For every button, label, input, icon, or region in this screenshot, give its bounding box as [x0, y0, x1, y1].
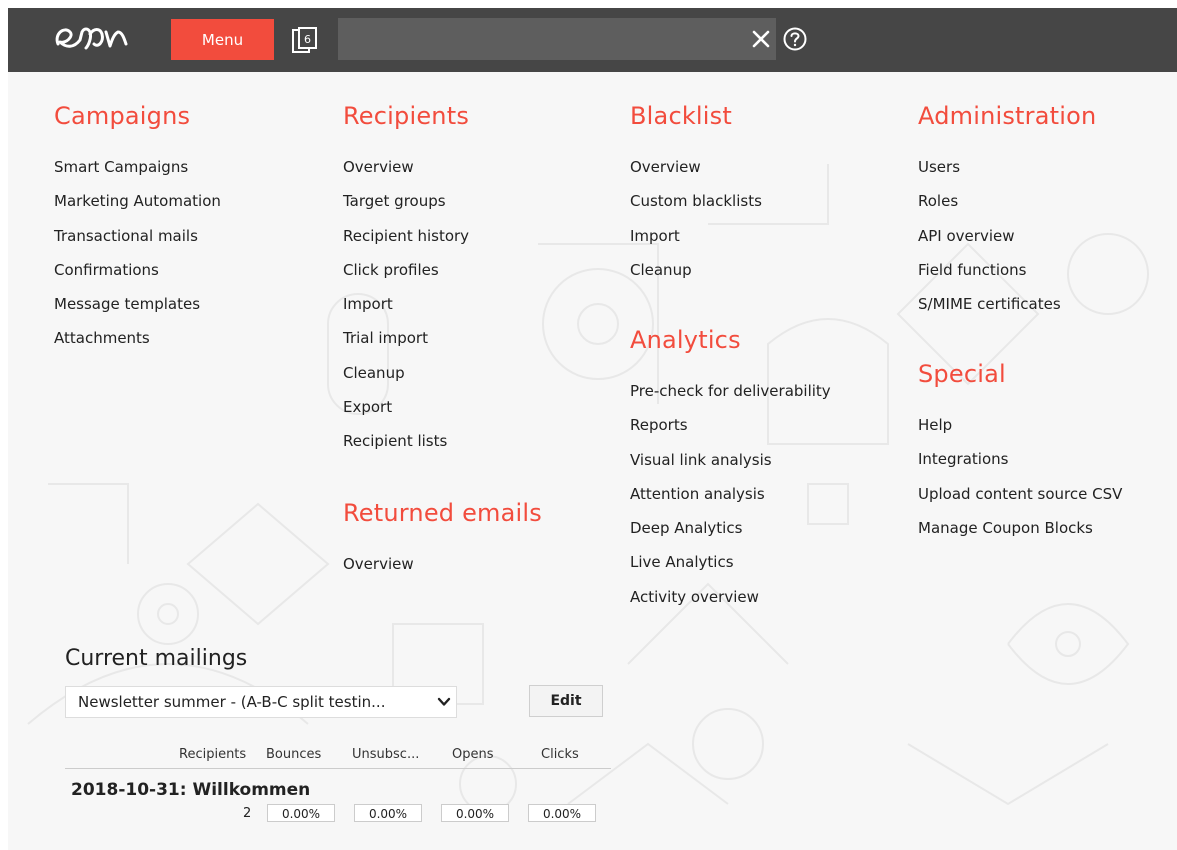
- administration-item-users[interactable]: Users: [918, 150, 1096, 184]
- help-icon[interactable]: [782, 26, 808, 52]
- special-item-upload-content-source-csv[interactable]: Upload content source CSV: [918, 477, 1122, 511]
- table-row: 2 0.00% 0.00% 0.00% 0.00%: [65, 804, 611, 824]
- current-mailings-title: Current mailings: [65, 646, 248, 671]
- bounces-value: 0.00%: [267, 804, 335, 822]
- recipients-item-target-groups[interactable]: Target groups: [343, 184, 469, 218]
- column-header-opens: Opens: [452, 747, 494, 762]
- recipients-heading: Recipients: [343, 102, 470, 130]
- analytics-item-live-analytics[interactable]: Live Analytics: [630, 545, 831, 579]
- column-header-clicks: Clicks: [541, 747, 579, 762]
- recipients-item-import[interactable]: Import: [343, 287, 469, 321]
- blacklist-section: Blacklist Overview Custom blacklists Imp…: [630, 102, 762, 287]
- current-mailings-panel: Current mailings Newsletter summer - (A-…: [65, 646, 611, 822]
- analytics-heading: Analytics: [630, 326, 741, 354]
- analytics-item-pre-check[interactable]: Pre-check for deliverability: [630, 374, 831, 408]
- returned-emails-item-overview[interactable]: Overview: [343, 547, 542, 581]
- recipients-item-click-profiles[interactable]: Click profiles: [343, 253, 469, 287]
- recipients-section: Recipients Overview Target groups Recipi…: [343, 102, 469, 459]
- special-item-help[interactable]: Help: [918, 408, 1122, 442]
- stats-header-row: Recipients Bounces Unsubsc... Opens Clic…: [65, 742, 611, 769]
- administration-item-roles[interactable]: Roles: [918, 184, 1096, 218]
- column-header-unsubscribes: Unsubsc...: [352, 747, 420, 762]
- recipients-item-overview[interactable]: Overview: [343, 150, 469, 184]
- mailing-select[interactable]: Newsletter summer - (A-B-C split testin.…: [65, 686, 457, 718]
- analytics-item-attention-analysis[interactable]: Attention analysis: [630, 477, 831, 511]
- administration-item-smime-certificates[interactable]: S/MIME certificates: [918, 287, 1096, 321]
- blacklist-item-custom-blacklists[interactable]: Custom blacklists: [630, 184, 762, 218]
- analytics-item-visual-link-analysis[interactable]: Visual link analysis: [630, 443, 831, 477]
- top-bar: Menu 6: [8, 8, 1177, 72]
- campaigns-item-attachments[interactable]: Attachments: [54, 321, 221, 355]
- close-icon[interactable]: [750, 28, 772, 50]
- page-frame: Menu 6 Campaigns Smart Campaigns Marketi…: [8, 8, 1177, 850]
- campaigns-heading: Campaigns: [54, 102, 191, 130]
- recipients-item-cleanup[interactable]: Cleanup: [343, 356, 469, 390]
- campaigns-item-transactional-mails[interactable]: Transactional mails: [54, 219, 221, 253]
- tab-count: 6: [304, 33, 311, 46]
- epi-logo[interactable]: [52, 18, 152, 58]
- blacklist-item-overview[interactable]: Overview: [630, 150, 762, 184]
- special-heading: Special: [918, 360, 1006, 388]
- chevron-down-icon[interactable]: [437, 696, 451, 708]
- administration-item-api-overview[interactable]: API overview: [918, 219, 1096, 253]
- menu-button[interactable]: Menu: [171, 19, 274, 60]
- administration-section: Administration Users Roles API overview …: [918, 102, 1096, 321]
- recipients-item-export[interactable]: Export: [343, 390, 469, 424]
- recipients-count: 2: [243, 806, 252, 821]
- analytics-section: Analytics Pre-check for deliverability R…: [630, 326, 831, 614]
- special-item-manage-coupon-blocks[interactable]: Manage Coupon Blocks: [918, 511, 1122, 545]
- blacklist-heading: Blacklist: [630, 102, 732, 130]
- special-item-integrations[interactable]: Integrations: [918, 442, 1122, 476]
- returned-emails-section: Returned emails Overview: [343, 499, 542, 581]
- campaigns-item-smart-campaigns[interactable]: Smart Campaigns: [54, 150, 221, 184]
- clicks-value: 0.00%: [528, 804, 596, 822]
- edit-button[interactable]: Edit: [529, 685, 603, 717]
- column-header-bounces: Bounces: [266, 747, 322, 762]
- special-section: Special Help Integrations Upload content…: [918, 360, 1122, 545]
- blacklist-item-cleanup[interactable]: Cleanup: [630, 253, 762, 287]
- unsubscribes-value: 0.00%: [354, 804, 422, 822]
- analytics-item-activity-overview[interactable]: Activity overview: [630, 580, 831, 614]
- opens-value: 0.00%: [441, 804, 509, 822]
- returned-emails-heading: Returned emails: [343, 499, 542, 527]
- column-header-recipients: Recipients: [179, 747, 247, 762]
- campaigns-item-confirmations[interactable]: Confirmations: [54, 253, 221, 287]
- recipients-item-recipient-history[interactable]: Recipient history: [343, 219, 469, 253]
- mailing-title: 2018-10-31: Willkommen: [71, 780, 311, 800]
- analytics-item-reports[interactable]: Reports: [630, 408, 831, 442]
- campaigns-section: Campaigns Smart Campaigns Marketing Auto…: [54, 102, 221, 356]
- analytics-item-deep-analytics[interactable]: Deep Analytics: [630, 511, 831, 545]
- recipients-item-trial-import[interactable]: Trial import: [343, 321, 469, 355]
- administration-item-field-functions[interactable]: Field functions: [918, 253, 1096, 287]
- blacklist-item-import[interactable]: Import: [630, 219, 762, 253]
- tabs-icon[interactable]: 6: [292, 27, 318, 53]
- campaigns-item-message-templates[interactable]: Message templates: [54, 287, 221, 321]
- campaigns-item-marketing-automation[interactable]: Marketing Automation: [54, 184, 221, 218]
- administration-heading: Administration: [918, 102, 1097, 130]
- search-input[interactable]: [338, 18, 776, 60]
- recipients-item-recipient-lists[interactable]: Recipient lists: [343, 424, 469, 458]
